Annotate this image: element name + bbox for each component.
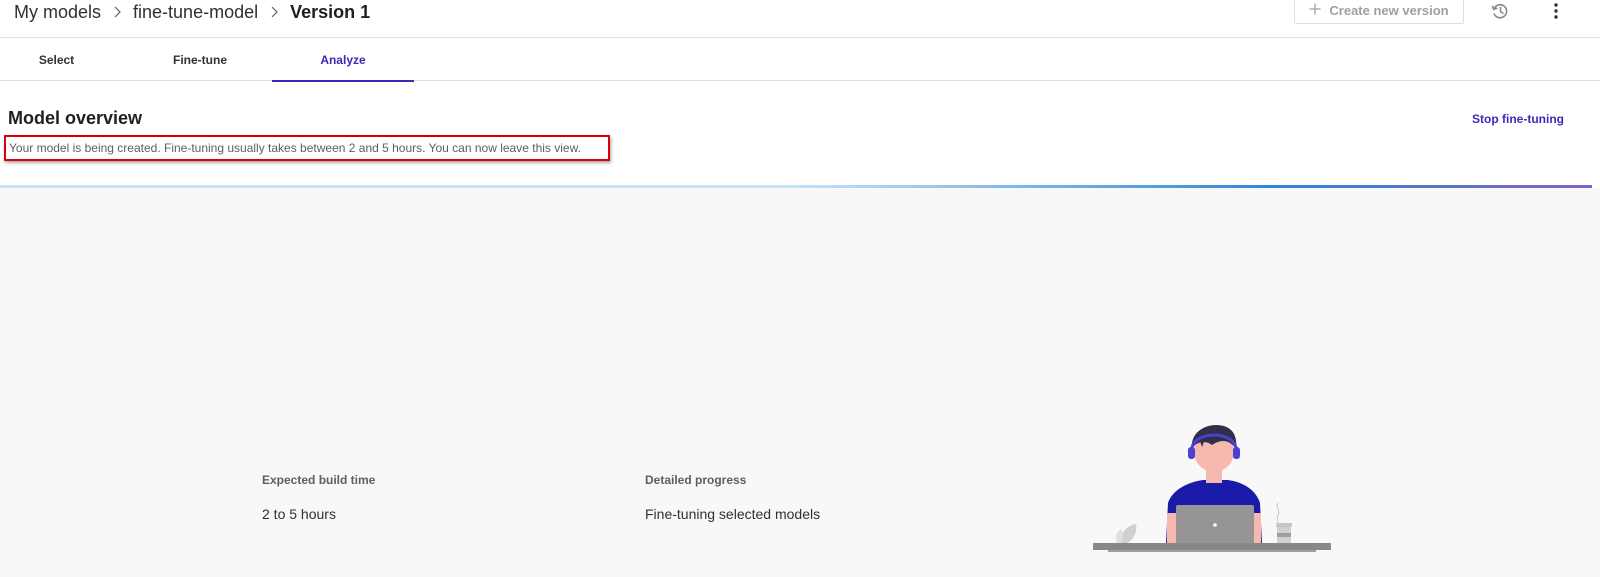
create-new-version-button[interactable]: Create new version — [1294, 0, 1464, 24]
person-at-laptop-illustration — [1093, 425, 1331, 552]
history-icon — [1491, 4, 1508, 19]
stop-fine-tuning-button[interactable]: Stop fine-tuning — [1472, 112, 1564, 126]
tab-select[interactable]: Select — [0, 38, 113, 81]
breadcrumb: My models fine-tune-model Version 1 — [14, 0, 370, 24]
status-message: Your model is being created. Fine-tuning… — [9, 141, 581, 155]
page-header: My models fine-tune-model Version 1 Crea… — [0, 0, 1600, 38]
tab-analyze[interactable]: Analyze — [272, 38, 414, 82]
plus-icon — [1309, 3, 1321, 18]
page-title: Model overview — [8, 108, 143, 128]
progress-value: Fine-tuning selected models — [645, 506, 821, 522]
more-options-button[interactable] — [1546, 0, 1566, 22]
breadcrumb-version: Version 1 — [290, 1, 371, 22]
tab-bar: Select Fine-tune Analyze — [0, 38, 1600, 82]
create-new-version-label: Create new version — [1329, 2, 1449, 18]
tab-fine-tune[interactable]: Fine-tune — [130, 38, 270, 81]
breadcrumb-my-models[interactable]: My models — [14, 2, 101, 23]
build-time-label: Expected build time — [262, 473, 376, 487]
history-button[interactable] — [1488, 0, 1512, 22]
progress-label: Detailed progress — [645, 473, 747, 487]
content-area: Expected build time 2 to 5 hours Detaile… — [0, 188, 1600, 577]
breadcrumb-fine-tune-model[interactable]: fine-tune-model — [133, 2, 258, 23]
chevron-right-icon — [105, 0, 129, 24]
status-message-box: Your model is being created. Fine-tuning… — [4, 135, 610, 161]
more-vertical-icon — [1554, 3, 1558, 19]
build-time-value: 2 to 5 hours — [262, 506, 336, 522]
chevron-right-icon — [262, 0, 286, 24]
